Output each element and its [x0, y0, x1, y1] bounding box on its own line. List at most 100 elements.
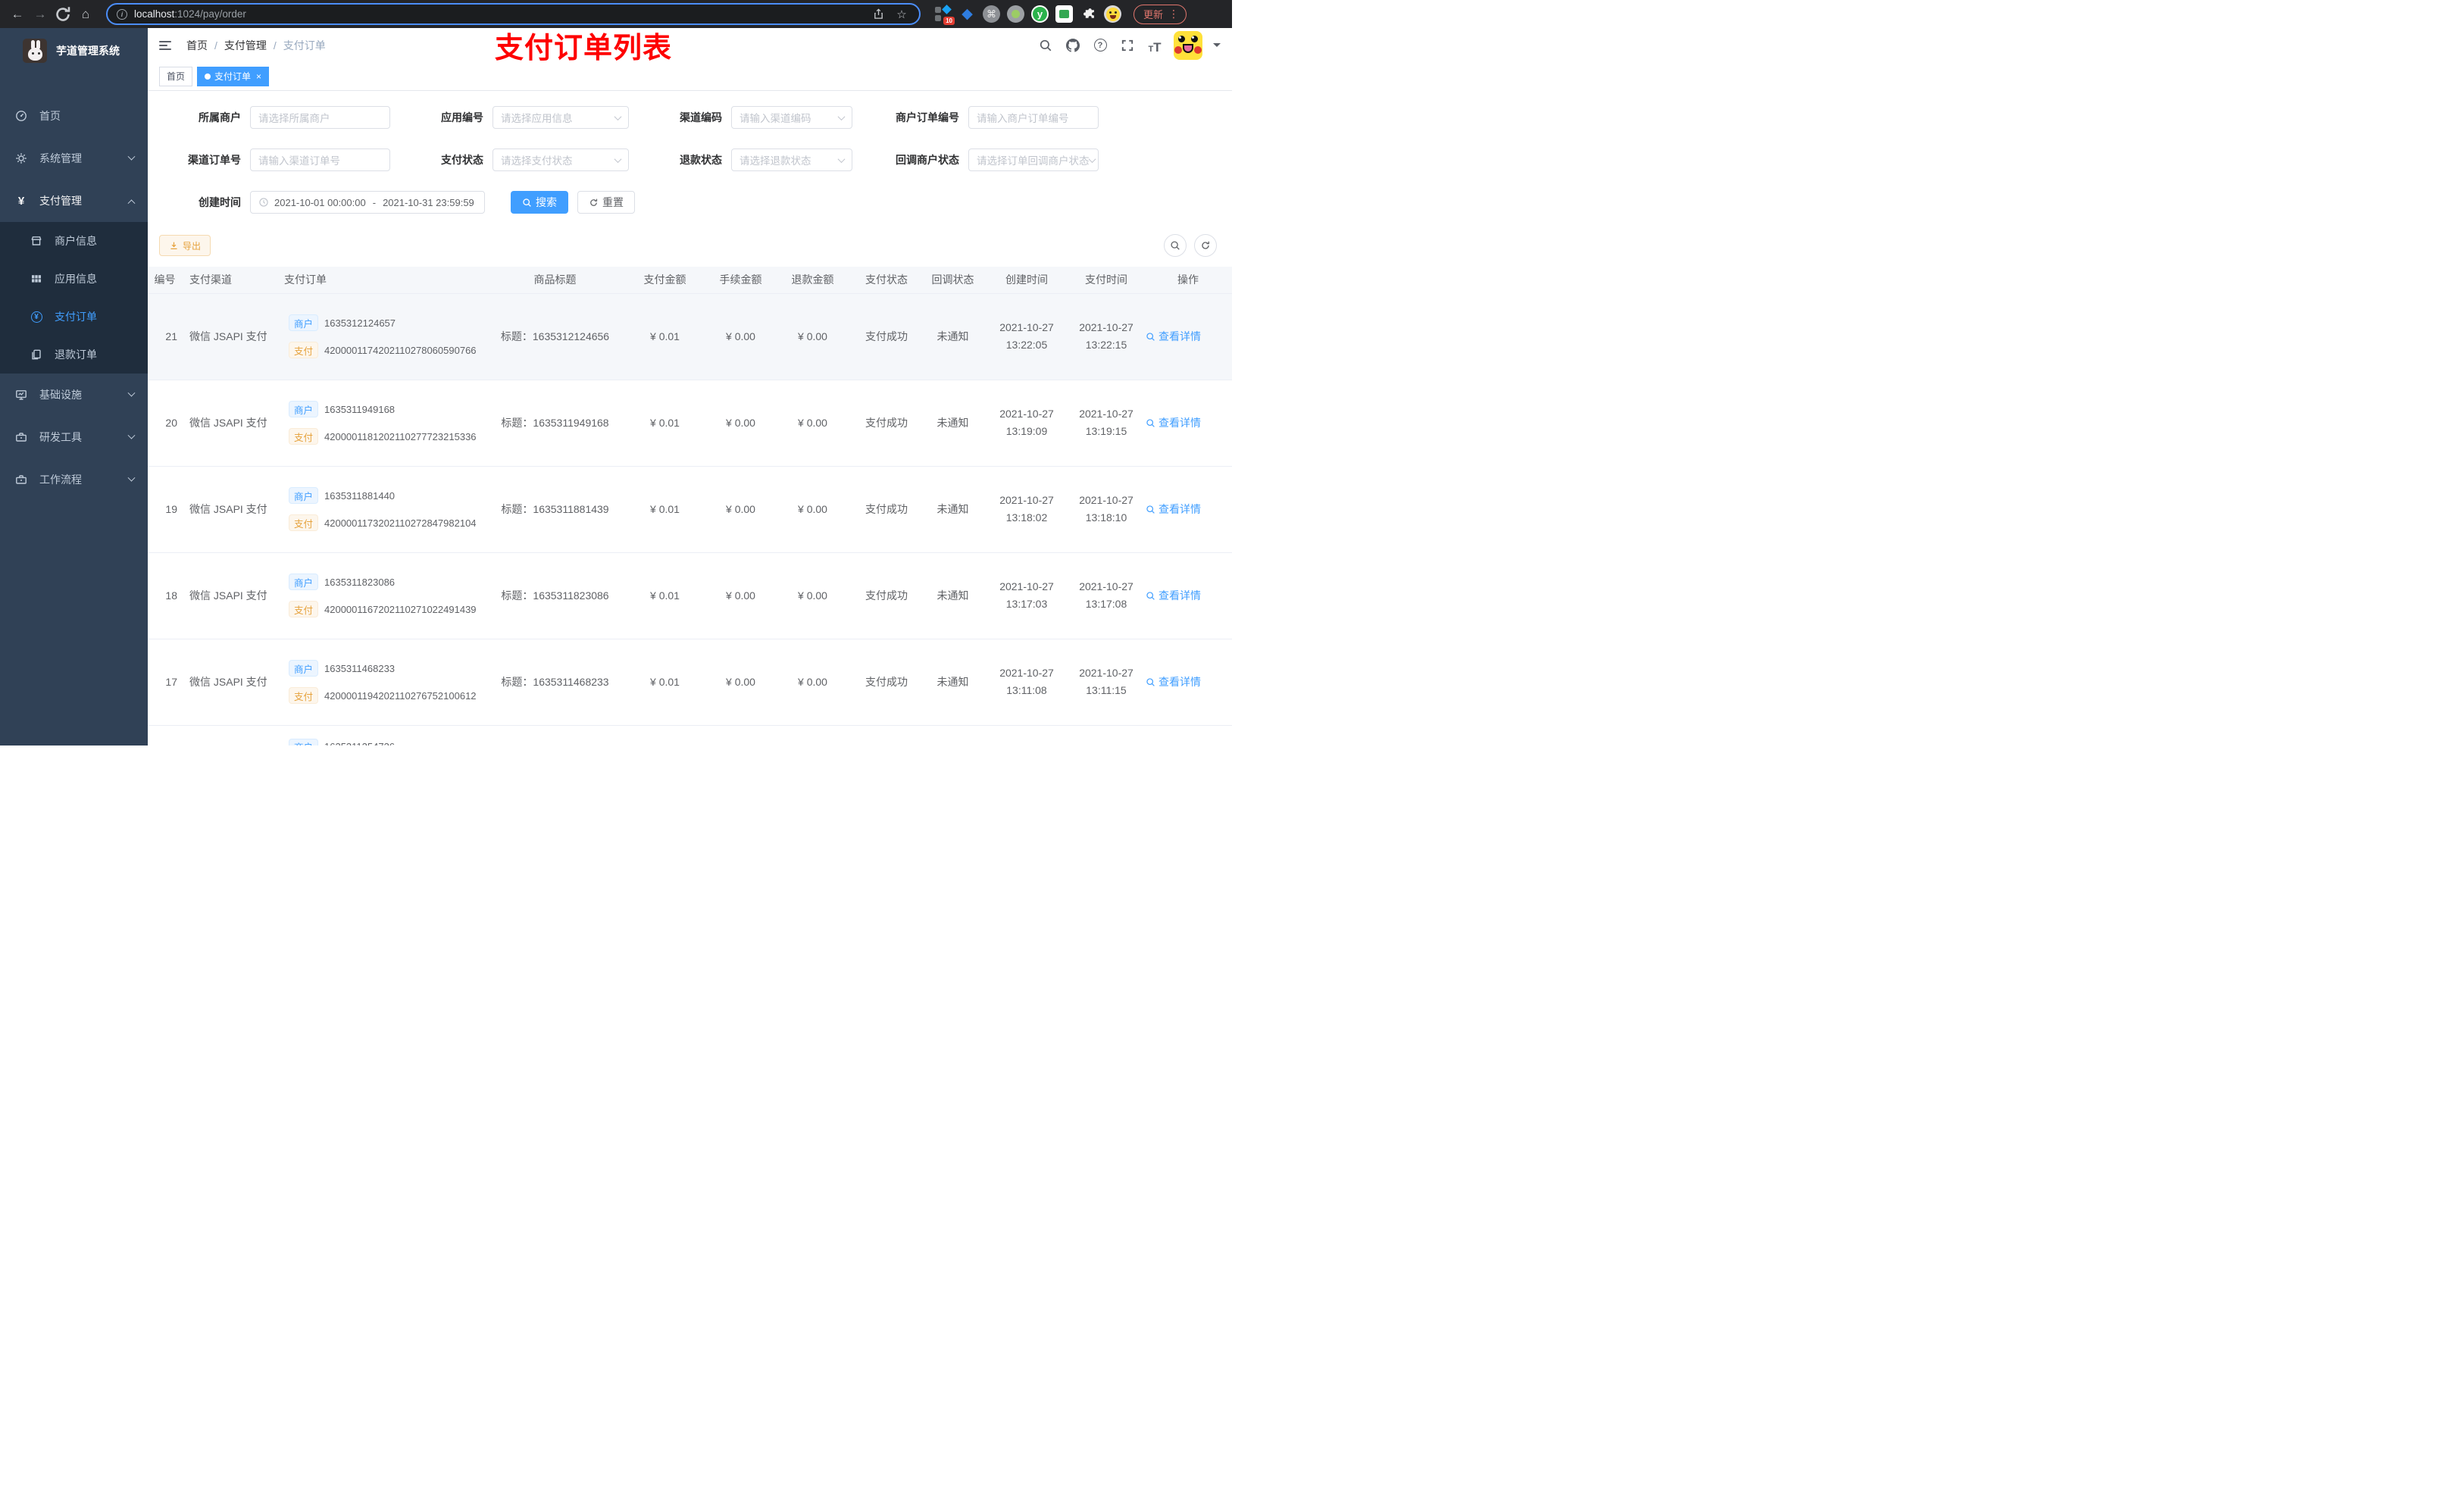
- bookmark-star-icon[interactable]: ☆: [893, 8, 910, 21]
- view-detail-link[interactable]: 查看详情: [1146, 674, 1201, 689]
- address-bar[interactable]: i localhost:1024/pay/order ☆: [106, 3, 921, 25]
- app-title: 芋道管理系统: [56, 45, 120, 57]
- chat-extension-icon[interactable]: [1055, 5, 1073, 23]
- recorder-extension-icon[interactable]: [1007, 5, 1024, 23]
- view-detail-link[interactable]: 查看详情: [1146, 502, 1201, 517]
- tab-manager-extension-icon[interactable]: 10: [934, 5, 955, 25]
- field-label: 渠道编码: [680, 111, 722, 123]
- toggle-search-button[interactable]: [1164, 234, 1187, 257]
- pay-channel: 微信 JSAPI 支付: [182, 293, 277, 380]
- pay-status-select[interactable]: 请选择支付状态: [492, 148, 629, 171]
- pay-time: 2021-10-27 13:18:10: [1068, 466, 1144, 553]
- pay-amount: ¥ 0.01: [621, 552, 708, 639]
- font-size-icon[interactable]: TT: [1146, 37, 1163, 54]
- github-icon[interactable]: [1065, 37, 1081, 54]
- site-info-icon[interactable]: i: [117, 8, 127, 20]
- col-pay-time: 支付时间: [1068, 267, 1144, 294]
- gem-extension-icon[interactable]: ◆: [958, 5, 976, 23]
- user-avatar[interactable]: [1174, 30, 1202, 60]
- channel-code-select[interactable]: 请输入渠道编码: [731, 106, 852, 129]
- search-button[interactable]: 搜索: [511, 191, 568, 214]
- breadcrumb-home[interactable]: 首页: [186, 38, 208, 53]
- field-label: 创建时间: [199, 196, 241, 208]
- pay-amount: ¥ 0.01: [621, 293, 708, 380]
- view-detail-link[interactable]: 查看详情: [1146, 329, 1201, 344]
- browser-toolbar: ← → ⌂ i localhost:1024/pay/order ☆ 10 ◆ …: [0, 0, 1232, 28]
- refund-amount: ¥ 0.00: [773, 380, 852, 467]
- fee-amount: ¥ 0.00: [708, 466, 773, 553]
- sidebar-logo-row[interactable]: 芋道管理系统: [0, 28, 148, 73]
- pay-tag: 支付: [289, 342, 319, 358]
- pay-tag: 支付: [289, 428, 319, 445]
- channel-order-no-input[interactable]: 请输入渠道订单号: [250, 148, 390, 171]
- breadcrumb-payment[interactable]: 支付管理: [224, 38, 267, 53]
- tab-home[interactable]: 首页: [159, 66, 193, 86]
- order-id: 19: [148, 466, 182, 553]
- merchant-order-no-input[interactable]: 请输入商户订单编号: [968, 106, 1099, 129]
- merchant-select[interactable]: 请选择所属商户: [250, 106, 390, 129]
- sidebar-item-app-info[interactable]: 应用信息: [0, 260, 148, 298]
- browser-reload-icon[interactable]: [53, 5, 73, 24]
- sidebar-item-pay-order[interactable]: ¥ 支付订单: [0, 298, 148, 336]
- browser-home-icon[interactable]: ⌂: [76, 5, 95, 24]
- sidebar-item-merchant-info[interactable]: 商户信息: [0, 222, 148, 260]
- sidebar-item-label: 工作流程: [39, 474, 82, 486]
- extensions-puzzle-icon[interactable]: [1080, 5, 1097, 23]
- sidebar-item-workflow[interactable]: 工作流程: [0, 458, 148, 501]
- pay-status: 支付成功: [852, 466, 921, 553]
- refund-amount: [773, 725, 852, 746]
- fullscreen-icon[interactable]: [1119, 37, 1136, 54]
- chrome-menu-dots-icon[interactable]: ⋮: [1168, 8, 1179, 20]
- tags-view: 首页 支付订单 ×: [148, 62, 1232, 91]
- y-extension-icon[interactable]: y: [1031, 5, 1049, 23]
- browser-forward-icon[interactable]: →: [30, 5, 50, 24]
- help-icon[interactable]: ?: [1092, 37, 1108, 54]
- command-extension-icon[interactable]: ⌘: [983, 5, 1000, 23]
- create-time-range-picker[interactable]: 2021-10-01 00:00:00 - 2021-10-31 23:59:5…: [250, 191, 485, 214]
- table-row: 商户 1635311254736 支付: [148, 725, 1232, 746]
- sidebar-item-home[interactable]: 首页: [0, 95, 148, 137]
- fee-amount: ¥ 0.00: [708, 380, 773, 467]
- sidebar-item-refund-order[interactable]: 退款订单: [0, 336, 148, 374]
- view-detail-link[interactable]: 查看详情: [1146, 588, 1201, 603]
- chrome-update-button[interactable]: 更新 ⋮: [1134, 4, 1187, 24]
- table-row: 20 微信 JSAPI 支付 商户 1635311949168 支付 42000…: [148, 380, 1232, 467]
- app-id-select[interactable]: 请选择应用信息: [492, 106, 629, 129]
- pay-order-cell: 商户 1635311468233 支付 42000011942021102767…: [277, 639, 489, 726]
- view-detail-link[interactable]: 查看详情: [1146, 415, 1201, 430]
- notify-status: [921, 725, 985, 746]
- refund-amount: ¥ 0.00: [773, 466, 852, 553]
- merchant-order-no: 1635311254736: [324, 741, 395, 746]
- notify-status-select[interactable]: 请选择订单回调商户状态: [968, 148, 1099, 171]
- export-button[interactable]: 导出: [159, 235, 211, 256]
- merchant-tag: 商户: [289, 574, 319, 590]
- channel-order-no: 4200001194202110276752100612: [324, 689, 477, 702]
- close-icon[interactable]: ×: [256, 71, 261, 82]
- merchant-tag: 商户: [289, 660, 319, 677]
- col-fee: 手续金额: [708, 267, 773, 294]
- sidebar: 芋道管理系统 首页 系统管理 ¥ 支付管理 商户信息 应用信息 ¥ 支付订单 退…: [0, 28, 148, 746]
- merchant-tag: 商户: [289, 401, 319, 417]
- profile-emoji-icon[interactable]: [1104, 5, 1121, 23]
- sidebar-item-system[interactable]: 系统管理: [0, 137, 148, 180]
- pay-amount: ¥ 0.01: [621, 466, 708, 553]
- header-search-icon[interactable]: [1037, 37, 1054, 54]
- browser-back-icon[interactable]: ←: [8, 5, 27, 24]
- grid-icon: [30, 273, 42, 285]
- share-icon[interactable]: [870, 8, 886, 20]
- table-row: 19 微信 JSAPI 支付 商户 1635311881440 支付 42000…: [148, 466, 1232, 553]
- avatar-caret-icon[interactable]: [1213, 43, 1221, 51]
- col-product-title: 商品标题: [489, 267, 621, 294]
- sidebar-collapse-icon[interactable]: [159, 38, 174, 53]
- fee-amount: [708, 725, 773, 746]
- sidebar-item-dev-tools[interactable]: 研发工具: [0, 416, 148, 458]
- refresh-button[interactable]: [1194, 234, 1217, 257]
- reset-button[interactable]: 重置: [577, 191, 635, 214]
- refund-status-select[interactable]: 请选择退款状态: [731, 148, 852, 171]
- field-label: 应用编号: [441, 111, 483, 123]
- sidebar-item-infrastructure[interactable]: 基础设施: [0, 374, 148, 416]
- tab-pay-order[interactable]: 支付订单 ×: [197, 66, 270, 86]
- sidebar-item-payment[interactable]: ¥ 支付管理: [0, 180, 148, 222]
- notify-status: 未通知: [921, 293, 985, 380]
- breadcrumb-current: 支付订单: [283, 39, 326, 52]
